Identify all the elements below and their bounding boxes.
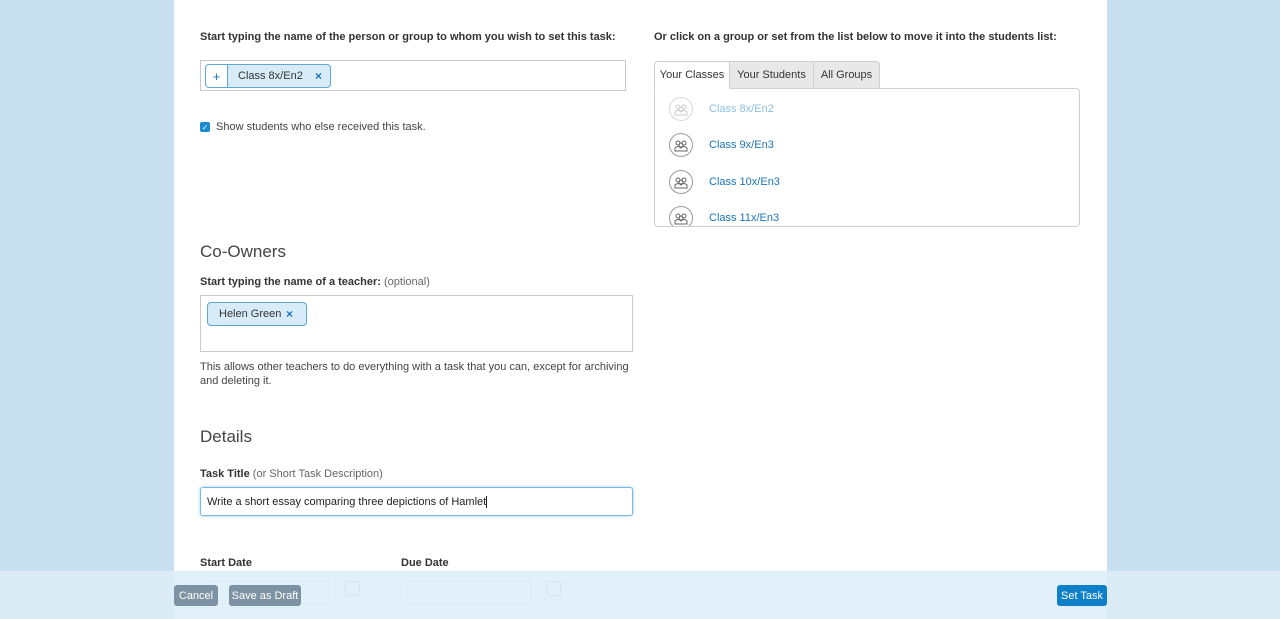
class-item[interactable]: Class 8x/En2 <box>669 97 774 121</box>
recipient-token: + Class 8x/En2 × <box>205 64 331 88</box>
show-students-label[interactable]: Show students who else received this tas… <box>216 121 426 133</box>
cancel-button[interactable]: Cancel <box>174 585 218 606</box>
co-owners-prompt-text: Start typing the name of a teacher: <box>200 276 381 288</box>
co-owners-prompt: Start typing the name of a teacher: (opt… <box>200 276 430 288</box>
class-item[interactable]: Class 11x/En3 <box>669 206 780 226</box>
task-title-hint: (or Short Task Description) <box>252 468 383 480</box>
class-name: Class 10x/En3 <box>709 176 780 188</box>
task-title-label: Task Title (or Short Task Description) <box>200 468 383 480</box>
plus-icon[interactable]: + <box>206 65 228 87</box>
group-icon <box>669 133 693 157</box>
set-task-button[interactable]: Set Task <box>1057 585 1107 606</box>
class-list: Class 8x/En2 Class 9x/En3 Class 10x/En3 … <box>654 88 1080 227</box>
task-title-input[interactable]: Write a short essay comparing three depi… <box>200 487 633 516</box>
remove-token-icon[interactable]: × <box>315 69 322 83</box>
tab-your-students[interactable]: Your Students <box>729 61 814 89</box>
text-caret <box>486 495 488 508</box>
group-icon <box>669 170 693 194</box>
co-owner-token-label: Helen Green <box>219 308 282 320</box>
class-item[interactable]: Class 10x/En3 <box>669 170 780 194</box>
start-date-label: Start Date <box>200 557 252 569</box>
co-owners-heading: Co-Owners <box>200 242 286 261</box>
class-name: Class 9x/En3 <box>709 139 774 151</box>
save-draft-button[interactable]: Save as Draft <box>229 585 301 606</box>
group-icon <box>669 97 693 121</box>
task-title-value: Write a short essay comparing three depi… <box>207 495 487 508</box>
tab-all-groups[interactable]: All Groups <box>813 61 880 89</box>
class-name: Class 8x/En2 <box>709 103 774 115</box>
class-item[interactable]: Class 9x/En3 <box>669 133 774 157</box>
details-heading: Details <box>200 427 252 446</box>
co-owners-help: This allows other teachers to do everyth… <box>200 361 629 387</box>
recipients-input[interactable]: + Class 8x/En2 × <box>200 60 626 91</box>
co-owners-input[interactable]: Helen Green × <box>200 295 633 352</box>
check-icon: ✓ <box>201 122 209 132</box>
group-icon <box>669 206 693 226</box>
group-tabs: Your Classes Your Students All Groups <box>654 61 880 89</box>
tab-your-classes[interactable]: Your Classes <box>654 61 730 89</box>
co-owner-token: Helen Green × <box>207 302 307 326</box>
optional-hint: (optional) <box>384 276 430 288</box>
remove-token-icon[interactable]: × <box>286 307 293 321</box>
recipients-prompt: Start typing the name of the person or g… <box>200 31 616 43</box>
group-picker-prompt: Or click on a group or set from the list… <box>654 31 1057 43</box>
due-date-label: Due Date <box>401 557 449 569</box>
class-name: Class 11x/En3 <box>709 212 780 224</box>
recipient-token-label: Class 8x/En2 <box>238 70 303 82</box>
show-students-checkbox[interactable]: ✓ <box>200 122 210 132</box>
task-title-label-text: Task Title <box>200 468 250 480</box>
